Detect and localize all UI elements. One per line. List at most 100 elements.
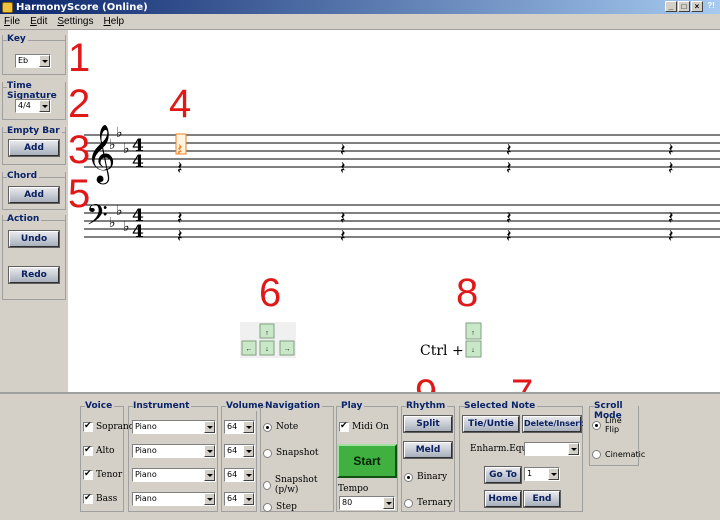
alto-instrument-select[interactable]: Piano [132,444,216,458]
annotation-8: 8 [456,271,479,315]
window-title: HarmonyScore (Online) [16,1,148,13]
svg-text:←: ← [246,346,253,353]
minimize-button[interactable]: _ [665,1,677,12]
svg-text:♭: ♭ [116,203,123,219]
ternary-radio[interactable]: Ternary [404,498,452,508]
score-canvas[interactable]: 𝄞 𝄢 ♭♭♭ ♭♭♭ 4 4 4 4 𝄽𝄽 𝄽𝄽 𝄽𝄽 𝄽𝄽 𝄽𝄽 𝄽𝄽 𝄽𝄽… [68,30,720,392]
svg-text:𝄽: 𝄽 [177,158,183,179]
key-title: Key [7,34,28,44]
selected-note-title: Selected Note [464,401,538,411]
midi-on-checkbox[interactable]: Midi On [339,421,389,432]
help-icon[interactable]: ?! [704,1,718,12]
add-chord-button[interactable]: Add [8,186,60,204]
alto-volume-select[interactable]: 64 [224,444,255,458]
arrow-keys-icon: ↑ ← ↓ → [240,322,296,358]
bass-rests: 𝄽𝄽 𝄽𝄽 𝄽𝄽 𝄽𝄽 [177,208,674,247]
treble-time-bottom: 4 [132,152,144,172]
add-empty-bar-button[interactable]: Add [8,139,60,157]
empty-bar-title: Empty Bar [7,126,62,136]
chord-title: Chord [7,171,40,181]
tie-untie-button[interactable]: Tie/Untie [462,415,520,433]
time-signature-group: Time Signature 4/4 [2,81,66,120]
svg-text:↑: ↑ [471,330,475,337]
meld-button[interactable]: Meld [403,441,453,459]
svg-text:♭: ♭ [109,215,116,231]
tenor-volume-select[interactable]: 64 [224,468,255,482]
bass-volume-select[interactable]: 64 [224,492,255,506]
bottom-panel: Voice Soprano Alto Tenor Bass Instrument… [0,392,720,520]
treble-clef: 𝄞 [86,124,116,185]
selected-note-group: Selected Note Tie/Untie Delete/Insert En… [459,401,583,512]
score-area[interactable]: 𝄞 𝄢 ♭ ♭ ♭ ♭ ♭ ♭ 4 4 4 4 𝄽 𝄽 𝄽 𝄽 𝄽 𝄽 𝄽 𝄽 𝄽 𝄽 𝄽 𝄽 𝄽 𝄽… [68,30,720,392]
key-select[interactable]: Eb [15,54,51,68]
rhythm-title: Rhythm [406,401,448,411]
svg-text:↑: ↑ [265,330,269,337]
end-button[interactable]: End [523,490,561,508]
menu-file[interactable]: File [4,16,20,27]
enharmonic-select[interactable] [524,442,580,456]
voice-group: Voice Soprano Alto Tenor Bass [80,401,134,512]
svg-text:𝄽: 𝄽 [340,158,346,179]
play-group: Play Midi On Start Tempo 80 [336,401,398,512]
home-button[interactable]: Home [484,490,522,508]
key-group: Key Eb [2,34,66,75]
action-group: Action Undo Redo [2,214,66,300]
time-signature-select[interactable]: 4/4 [15,99,51,113]
bass-time-bottom: 4 [132,222,144,242]
svg-text:♭: ♭ [116,125,123,141]
bass-instrument-select[interactable]: Piano [132,492,216,506]
svg-text:♭: ♭ [123,219,130,235]
tenor-instrument-select[interactable]: Piano [132,468,216,482]
annotation-5: 5 [68,172,91,216]
svg-text:♭: ♭ [123,141,130,157]
tenor-checkbox[interactable]: Tenor [83,469,122,480]
nav-step-radio[interactable]: Step [263,502,297,512]
cinematic-radio[interactable]: Cinematic [592,450,645,459]
scroll-mode-group: Scroll Mode Line Flip Cinematic [589,401,645,466]
bass-checkbox[interactable]: Bass [83,493,117,504]
binary-radio[interactable]: Binary [404,472,447,482]
chevron-down-icon [39,55,50,67]
maximize-button[interactable]: □ [678,1,690,12]
chord-group: Chord Add [2,171,66,210]
soprano-instrument-select[interactable]: Piano [132,420,216,434]
menu-settings[interactable]: Settings [57,16,93,27]
undo-button[interactable]: Undo [8,230,60,248]
chevron-down-icon [39,100,50,112]
left-panel: Key Eb Time Signature 4/4 Empty Bar Add … [0,30,68,392]
svg-text:↓: ↓ [265,346,269,353]
delete-insert-button[interactable]: Delete/Insert [522,415,583,433]
redo-button[interactable]: Redo [8,266,60,284]
volume-group: Volume 64 64 64 64 [221,401,266,512]
voice-title: Voice [85,401,115,411]
ctrl-arrow-keys-icon: ↑ ↓ [465,322,482,358]
menu-edit[interactable]: Edit [30,16,47,27]
svg-text:𝄽: 𝄽 [668,158,674,179]
svg-text:𝄽: 𝄽 [506,158,512,179]
title-bar: HarmonyScore (Online) _ □ × ?! [0,0,720,14]
tempo-select[interactable]: 80 [339,496,395,510]
go-to-button[interactable]: Go To [484,466,522,484]
action-title: Action [7,214,42,224]
navigation-group: Navigation Note Snapshot Snapshot (p/w) … [260,401,334,512]
split-button[interactable]: Split [403,415,453,433]
soprano-checkbox[interactable]: Soprano [83,421,134,432]
line-flip-radio[interactable]: Line Flip [592,416,638,434]
nav-snapshot-radio[interactable]: Snapshot [263,448,319,458]
svg-text:♭: ♭ [109,137,116,153]
start-button[interactable]: Start [337,444,397,478]
alto-checkbox[interactable]: Alto [83,445,114,456]
nav-snapshot-pw-radio[interactable]: Snapshot (p/w) [263,475,333,495]
annotation-6: 6 [259,271,282,315]
instrument-title: Instrument [133,401,192,411]
time-signature-title: Time Signature [7,81,65,101]
nav-note-radio[interactable]: Note [263,422,298,432]
close-button[interactable]: × [691,1,703,12]
go-to-select[interactable]: 1 [524,467,560,481]
menu-help[interactable]: Help [104,16,125,27]
svg-text:𝄽: 𝄽 [340,226,346,247]
svg-text:𝄽: 𝄽 [506,226,512,247]
svg-text:𝄽: 𝄽 [177,226,183,247]
empty-bar-group: Empty Bar Add [2,126,66,165]
soprano-volume-select[interactable]: 64 [224,420,255,434]
